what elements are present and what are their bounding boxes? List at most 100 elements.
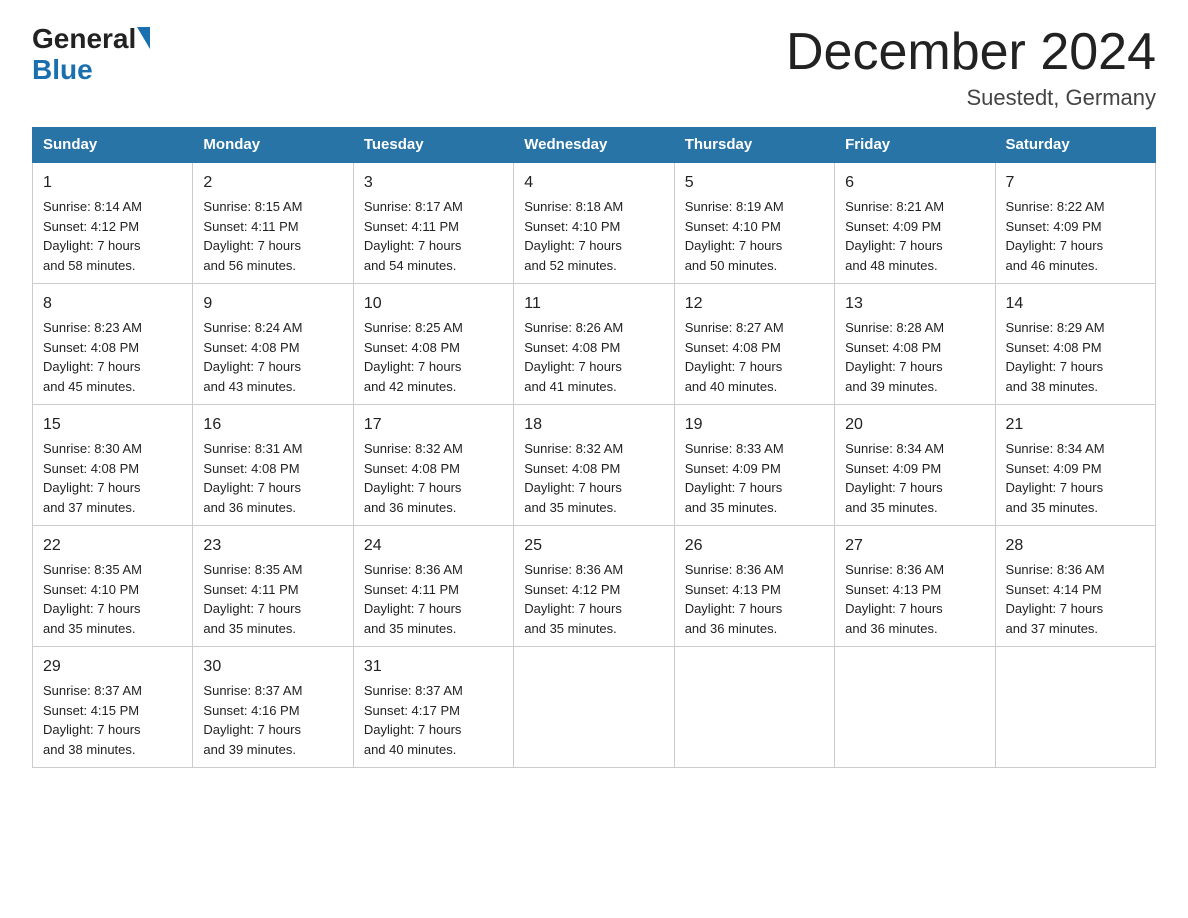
calendar-cell: 7 Sunrise: 8:22 AMSunset: 4:09 PMDaylight…	[995, 162, 1155, 284]
calendar-cell: 12 Sunrise: 8:27 AMSunset: 4:08 PMDayligh…	[674, 284, 834, 405]
day-info: Sunrise: 8:35 AMSunset: 4:11 PMDaylight:…	[203, 562, 302, 636]
day-number: 26	[685, 534, 824, 558]
day-number: 4	[524, 171, 663, 195]
day-info: Sunrise: 8:33 AMSunset: 4:09 PMDaylight:…	[685, 441, 784, 515]
day-number: 9	[203, 292, 342, 316]
calendar-cell: 30 Sunrise: 8:37 AMSunset: 4:16 PMDayligh…	[193, 647, 353, 768]
calendar-subtitle: Suestedt, Germany	[786, 85, 1156, 111]
day-info: Sunrise: 8:15 AMSunset: 4:11 PMDaylight:…	[203, 199, 302, 273]
day-info: Sunrise: 8:26 AMSunset: 4:08 PMDaylight:…	[524, 320, 623, 394]
calendar-cell: 16Sunrise: 8:31 AMSunset: 4:08 PMDayligh…	[193, 405, 353, 526]
day-number: 31	[364, 655, 503, 679]
day-info: Sunrise: 8:36 AMSunset: 4:14 PMDaylight:…	[1006, 562, 1105, 636]
day-info: Sunrise: 8:36 AMSunset: 4:11 PMDaylight:…	[364, 562, 463, 636]
calendar-cell	[514, 647, 674, 768]
calendar-cell: 29Sunrise: 8:37 AMSunset: 4:15 PMDayligh…	[33, 647, 193, 768]
header-saturday: Saturday	[995, 128, 1155, 163]
day-number: 16	[203, 413, 342, 437]
day-info: Sunrise: 8:24 AMSunset: 4:08 PMDaylight:…	[203, 320, 302, 394]
day-number: 28	[1006, 534, 1145, 558]
calendar-cell: 2Sunrise: 8:15 AMSunset: 4:11 PMDaylight…	[193, 162, 353, 284]
calendar-cell: 15 Sunrise: 8:30 AMSunset: 4:08 PMDayligh…	[33, 405, 193, 526]
day-info: Sunrise: 8:19 AMSunset: 4:10 PMDaylight:…	[685, 199, 784, 273]
calendar-cell: 24 Sunrise: 8:36 AMSunset: 4:11 PMDayligh…	[353, 526, 513, 647]
day-info: Sunrise: 8:27 AMSunset: 4:08 PMDaylight:…	[685, 320, 784, 394]
day-info: Sunrise: 8:14 AMSunset: 4:12 PMDaylight:…	[43, 199, 142, 273]
header-tuesday: Tuesday	[353, 128, 513, 163]
calendar-cell: 20 Sunrise: 8:34 AMSunset: 4:09 PMDayligh…	[835, 405, 995, 526]
day-info: Sunrise: 8:34 AMSunset: 4:09 PMDaylight:…	[1006, 441, 1105, 515]
calendar-table: SundayMondayTuesdayWednesdayThursdayFrid…	[32, 127, 1156, 768]
day-info: Sunrise: 8:37 AMSunset: 4:16 PMDaylight:…	[203, 683, 302, 757]
day-info: Sunrise: 8:36 AMSunset: 4:12 PMDaylight:…	[524, 562, 623, 636]
day-info: Sunrise: 8:28 AMSunset: 4:08 PMDaylight:…	[845, 320, 944, 394]
week-row-1: 1 Sunrise: 8:14 AMSunset: 4:12 PMDaylight…	[33, 162, 1156, 284]
week-row-2: 8Sunrise: 8:23 AMSunset: 4:08 PMDaylight…	[33, 284, 1156, 405]
calendar-cell: 14Sunrise: 8:29 AMSunset: 4:08 PMDayligh…	[995, 284, 1155, 405]
day-number: 1	[43, 171, 182, 195]
header-monday: Monday	[193, 128, 353, 163]
day-info: Sunrise: 8:21 AMSunset: 4:09 PMDaylight:…	[845, 199, 944, 273]
day-number: 6	[845, 171, 984, 195]
calendar-cell: 11Sunrise: 8:26 AMSunset: 4:08 PMDayligh…	[514, 284, 674, 405]
day-info: Sunrise: 8:32 AMSunset: 4:08 PMDaylight:…	[524, 441, 623, 515]
day-info: Sunrise: 8:25 AMSunset: 4:08 PMDaylight:…	[364, 320, 463, 394]
logo-triangle-icon	[137, 27, 150, 49]
day-number: 29	[43, 655, 182, 679]
day-number: 7	[1006, 171, 1145, 195]
day-info: Sunrise: 8:22 AMSunset: 4:09 PMDaylight:…	[1006, 199, 1105, 273]
day-number: 5	[685, 171, 824, 195]
calendar-title: December 2024	[786, 24, 1156, 81]
week-row-4: 22Sunrise: 8:35 AMSunset: 4:10 PMDayligh…	[33, 526, 1156, 647]
day-number: 12	[685, 292, 824, 316]
calendar-header-row: SundayMondayTuesdayWednesdayThursdayFrid…	[33, 128, 1156, 163]
day-info: Sunrise: 8:17 AMSunset: 4:11 PMDaylight:…	[364, 199, 463, 273]
day-number: 24	[364, 534, 503, 558]
day-number: 21	[1006, 413, 1145, 437]
calendar-cell: 13 Sunrise: 8:28 AMSunset: 4:08 PMDayligh…	[835, 284, 995, 405]
day-number: 13	[845, 292, 984, 316]
logo-blue-text: Blue	[32, 55, 150, 86]
week-row-3: 15 Sunrise: 8:30 AMSunset: 4:08 PMDayligh…	[33, 405, 1156, 526]
calendar-cell: 28 Sunrise: 8:36 AMSunset: 4:14 PMDayligh…	[995, 526, 1155, 647]
logo-general-text: General	[32, 24, 136, 55]
day-info: Sunrise: 8:30 AMSunset: 4:08 PMDaylight:…	[43, 441, 142, 515]
header-thursday: Thursday	[674, 128, 834, 163]
day-number: 10	[364, 292, 503, 316]
calendar-cell: 25Sunrise: 8:36 AMSunset: 4:12 PMDayligh…	[514, 526, 674, 647]
calendar-cell: 21 Sunrise: 8:34 AMSunset: 4:09 PMDayligh…	[995, 405, 1155, 526]
calendar-cell	[995, 647, 1155, 768]
calendar-cell: 17 Sunrise: 8:32 AMSunset: 4:08 PMDayligh…	[353, 405, 513, 526]
day-number: 17	[364, 413, 503, 437]
calendar-cell: 5 Sunrise: 8:19 AMSunset: 4:10 PMDaylight…	[674, 162, 834, 284]
day-number: 27	[845, 534, 984, 558]
day-info: Sunrise: 8:35 AMSunset: 4:10 PMDaylight:…	[43, 562, 142, 636]
calendar-cell	[674, 647, 834, 768]
day-number: 18	[524, 413, 663, 437]
calendar-cell: 31Sunrise: 8:37 AMSunset: 4:17 PMDayligh…	[353, 647, 513, 768]
day-info: Sunrise: 8:36 AMSunset: 4:13 PMDaylight:…	[685, 562, 784, 636]
day-info: Sunrise: 8:18 AMSunset: 4:10 PMDaylight:…	[524, 199, 623, 273]
header-wednesday: Wednesday	[514, 128, 674, 163]
title-section: December 2024 Suestedt, Germany	[786, 24, 1156, 111]
calendar-cell: 23 Sunrise: 8:35 AMSunset: 4:11 PMDayligh…	[193, 526, 353, 647]
day-number: 30	[203, 655, 342, 679]
calendar-cell: 1 Sunrise: 8:14 AMSunset: 4:12 PMDaylight…	[33, 162, 193, 284]
calendar-cell: 26 Sunrise: 8:36 AMSunset: 4:13 PMDayligh…	[674, 526, 834, 647]
logo-line1: General	[32, 24, 150, 55]
day-info: Sunrise: 8:32 AMSunset: 4:08 PMDaylight:…	[364, 441, 463, 515]
day-number: 3	[364, 171, 503, 195]
day-info: Sunrise: 8:29 AMSunset: 4:08 PMDaylight:…	[1006, 320, 1105, 394]
day-number: 23	[203, 534, 342, 558]
day-number: 15	[43, 413, 182, 437]
day-info: Sunrise: 8:34 AMSunset: 4:09 PMDaylight:…	[845, 441, 944, 515]
page-header: General Blue December 2024 Suestedt, Ger…	[32, 24, 1156, 111]
calendar-cell: 22Sunrise: 8:35 AMSunset: 4:10 PMDayligh…	[33, 526, 193, 647]
day-info: Sunrise: 8:36 AMSunset: 4:13 PMDaylight:…	[845, 562, 944, 636]
day-number: 20	[845, 413, 984, 437]
week-row-5: 29Sunrise: 8:37 AMSunset: 4:15 PMDayligh…	[33, 647, 1156, 768]
calendar-cell: 18 Sunrise: 8:32 AMSunset: 4:08 PMDayligh…	[514, 405, 674, 526]
day-number: 19	[685, 413, 824, 437]
calendar-cell: 4 Sunrise: 8:18 AMSunset: 4:10 PMDaylight…	[514, 162, 674, 284]
calendar-cell: 19 Sunrise: 8:33 AMSunset: 4:09 PMDayligh…	[674, 405, 834, 526]
